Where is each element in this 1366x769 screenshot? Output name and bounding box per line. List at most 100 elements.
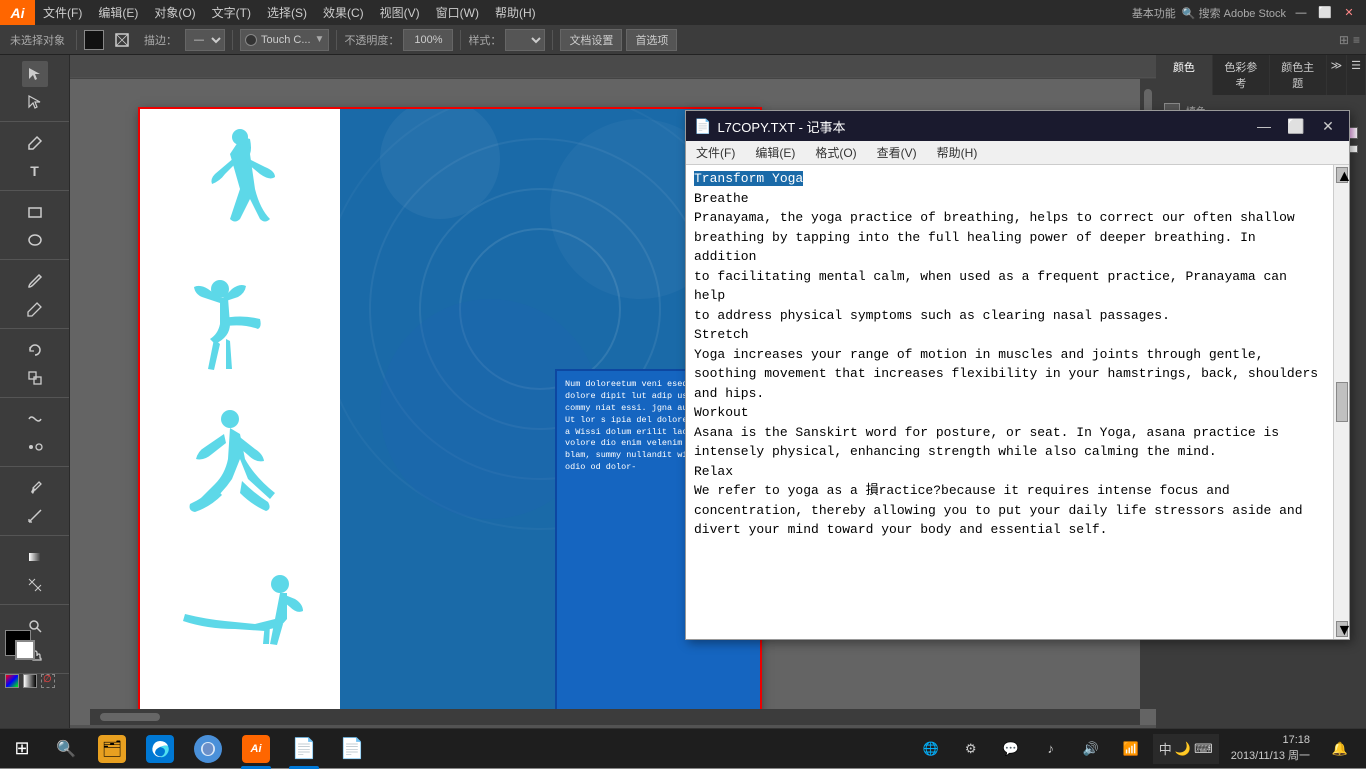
workspace-label: 基本功能: [1132, 5, 1176, 21]
ai-close-btn[interactable]: ✕: [1340, 4, 1358, 22]
network-icon[interactable]: 🌐: [913, 729, 949, 769]
brush-icon: [245, 34, 257, 46]
np-menu-edit[interactable]: 编辑(E): [745, 141, 805, 165]
pencil-tool[interactable]: [22, 296, 48, 322]
panel-tab-color[interactable]: 颜色: [1156, 55, 1213, 95]
mesh-tool[interactable]: [22, 572, 48, 598]
select-tool[interactable]: [22, 61, 48, 87]
ime-chinese: 中: [1159, 739, 1172, 758]
scrollbar-thumb[interactable]: [1336, 382, 1348, 422]
blend-tool[interactable]: [22, 434, 48, 460]
clock-time: 17:18: [1231, 733, 1310, 748]
start-button[interactable]: ⊞: [0, 729, 44, 769]
ai-restore-btn[interactable]: ⬜: [1316, 4, 1334, 22]
np-menu-help[interactable]: 帮助(H): [927, 141, 988, 165]
stroke-swatch[interactable]: [15, 640, 35, 660]
left-toolbar: T: [0, 55, 70, 748]
measure-tool[interactable]: [22, 503, 48, 529]
notepad-window-icon: 📄: [694, 118, 711, 135]
clock-date: 2013/11/13 周一: [1231, 749, 1310, 764]
menu-view[interactable]: 视图(V): [372, 0, 428, 25]
type-tool[interactable]: T: [22, 158, 48, 184]
taskbar-file-explorer[interactable]: 🗂: [88, 729, 136, 769]
taskbar-dakoroni[interactable]: [184, 729, 232, 769]
browser-icon[interactable]: ⚙: [953, 729, 989, 769]
gradient-tool[interactable]: [22, 544, 48, 570]
scrollbar-up-btn[interactable]: ▲: [1336, 167, 1348, 183]
panel-tab-color-ref[interactable]: 色彩参考: [1213, 55, 1270, 95]
notepad-text-area[interactable]: Transform Yoga Breathe Pranayama, the yo…: [686, 165, 1333, 639]
notepad-minimize-btn[interactable]: —: [1251, 113, 1277, 139]
toolbar-btn1[interactable]: [108, 28, 136, 52]
eyedropper-tool[interactable]: [22, 475, 48, 501]
np-menu-format[interactable]: 格式(O): [805, 141, 866, 165]
dakoroni-icon: [194, 735, 222, 763]
ime-moon: 🌙: [1175, 741, 1191, 757]
chat-icon[interactable]: 💬: [993, 729, 1029, 769]
taskbar-illustrator[interactable]: Ai: [232, 729, 280, 769]
color-mode-icon[interactable]: [5, 674, 19, 688]
np-menu-view[interactable]: 查看(V): [867, 141, 927, 165]
menu-effect[interactable]: 效果(C): [315, 0, 372, 25]
stroke-label: 描边：: [140, 28, 181, 52]
ime-bar[interactable]: 中 🌙 ⌨: [1153, 734, 1219, 764]
volume-icon[interactable]: 🔊: [1073, 729, 1109, 769]
warp-tool[interactable]: [22, 406, 48, 432]
rectangle-tool[interactable]: [22, 199, 48, 225]
brush-dropdown-icon[interactable]: ▼: [315, 34, 325, 45]
brush-name: Touch C...: [261, 34, 311, 46]
menu-help[interactable]: 帮助(H): [487, 0, 544, 25]
menu-select[interactable]: 选择(S): [259, 0, 315, 25]
notepad-resize-handle[interactable]: [1337, 627, 1349, 639]
panel-tab-color-theme[interactable]: 颜色主题: [1270, 55, 1327, 95]
fill-color[interactable]: [84, 30, 104, 50]
stroke-select[interactable]: —: [185, 29, 225, 51]
network-status-icon[interactable]: 📶: [1113, 729, 1149, 769]
notepad-window: 📄 L7COPY.TXT - 记事本 — ⬜ ✕ 文件(F) 编辑(E) 格式(…: [685, 110, 1350, 640]
pen-tool[interactable]: [22, 130, 48, 156]
menu-type[interactable]: 文字(T): [204, 0, 259, 25]
toolbar-divider: [76, 30, 77, 50]
notepad-restore-btn[interactable]: ⬜: [1283, 113, 1309, 139]
h-scrollbar-thumb[interactable]: [100, 713, 160, 721]
menu-file[interactable]: 文件(F): [35, 0, 90, 25]
panel-menu-btn[interactable]: ☰: [1347, 55, 1366, 95]
rotate-tool[interactable]: [22, 337, 48, 363]
paintbrush-tool[interactable]: [22, 268, 48, 294]
opacity-input[interactable]: [403, 29, 453, 51]
menu-edit[interactable]: 编辑(E): [90, 0, 146, 25]
notepad-content-area: Transform Yoga Breathe Pranayama, the yo…: [686, 165, 1349, 639]
gradient-swatch[interactable]: [23, 674, 37, 688]
notepad-scrollbar[interactable]: ▲ ▼: [1333, 165, 1349, 639]
menu-object[interactable]: 对象(O): [146, 0, 203, 25]
h-scrollbar[interactable]: [90, 709, 1140, 725]
preferences-btn[interactable]: 首选项: [626, 29, 677, 51]
notepad-close-btn[interactable]: ✕: [1315, 113, 1341, 139]
opacity-label: 不透明度：: [344, 32, 399, 48]
menu-window[interactable]: 窗口(W): [428, 0, 487, 25]
ai-toolbar: 未选择对象 描边： — Touch C... ▼ 不透明度： 样式： 文档设置 …: [0, 25, 1366, 55]
yoga-left-panel: [140, 109, 340, 725]
artboard: Num doloreetum veni esequam ver suscipis…: [140, 109, 760, 725]
direct-select-tool[interactable]: [22, 89, 48, 115]
none-swatch[interactable]: ∅: [41, 674, 55, 688]
scale-tool[interactable]: [22, 365, 48, 391]
taskbar-notepad[interactable]: 📄: [280, 729, 328, 769]
ellipse-tool[interactable]: [22, 227, 48, 253]
search-button[interactable]: 🔍: [44, 729, 88, 769]
doc-settings-btn[interactable]: 文档设置: [560, 29, 622, 51]
ruler-horizontal: // render tick marks inline via JS below: [70, 55, 1156, 79]
taskbar-placeholder[interactable]: 📄: [328, 729, 376, 769]
ai-minimize-btn[interactable]: —: [1292, 4, 1310, 22]
np-menu-file[interactable]: 文件(F): [686, 141, 745, 165]
system-clock[interactable]: 17:18 2013/11/13 周一: [1223, 733, 1318, 764]
music-icon[interactable]: ♪: [1033, 729, 1069, 769]
placeholder-taskbar-icon: 📄: [338, 735, 366, 763]
taskbar-right: 🌐 ⚙ 💬 ♪ 🔊 📶 中 🌙 ⌨ 17:18 2013/11/13 周一 🔔: [913, 729, 1366, 769]
selection-tool-indicator: 未选择对象: [6, 28, 69, 52]
style-select[interactable]: [505, 29, 545, 51]
taskbar-edge[interactable]: [136, 729, 184, 769]
panel-expand-btn[interactable]: ≫: [1327, 55, 1348, 95]
notifications-icon[interactable]: 🔔: [1322, 729, 1358, 769]
yoga-silhouette-1: [170, 129, 310, 249]
